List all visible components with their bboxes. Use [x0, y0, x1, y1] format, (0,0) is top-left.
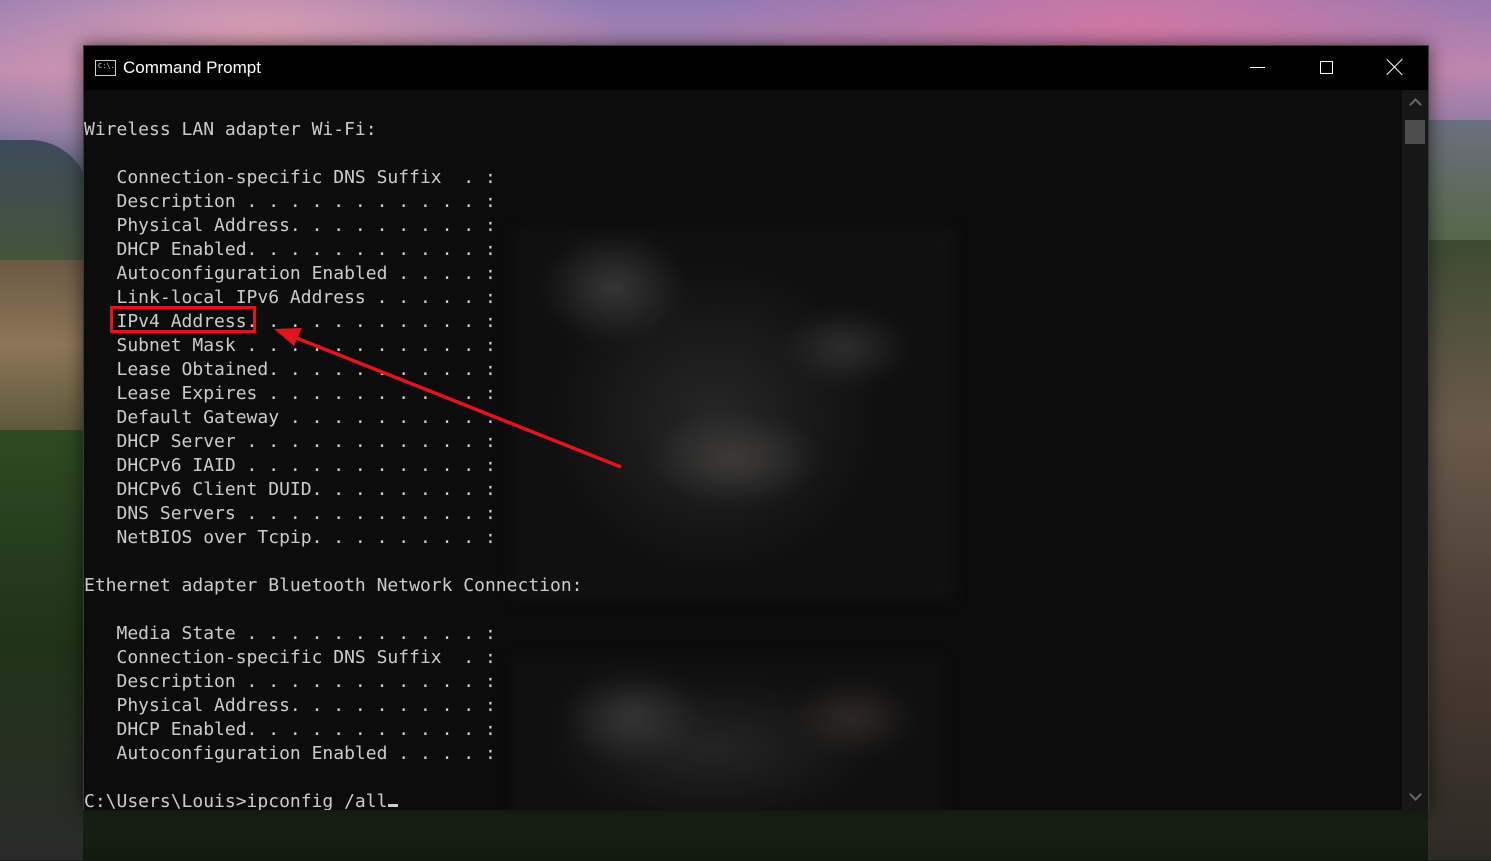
console-line: Ethernet adapter Bluetooth Network Conne…: [84, 575, 583, 596]
console-line: C:\Users\Louis>ipconfig /all: [84, 790, 399, 810]
console-line: DHCPv6 IAID . . . . . . . . . . . :: [84, 455, 496, 476]
maximize-button[interactable]: [1292, 46, 1362, 90]
close-button[interactable]: [1360, 46, 1430, 90]
console-line: Description . . . . . . . . . . . :: [84, 671, 496, 692]
desktop-foreground: [83, 808, 1428, 861]
minimize-button[interactable]: [1222, 46, 1292, 90]
scroll-up-button[interactable]: [1402, 90, 1428, 116]
desktop-castle-wall: [1428, 240, 1491, 860]
desktop-hill: [0, 140, 90, 260]
console-icon-text: C:\.: [98, 62, 115, 70]
scroll-down-button[interactable]: [1402, 784, 1428, 810]
console-output[interactable]: Wireless LAN adapter Wi-Fi: Connection-s…: [84, 90, 1402, 810]
console-line: Connection-specific DNS Suffix . :: [84, 167, 496, 188]
console-icon[interactable]: C:\.: [95, 60, 116, 76]
console-line: Default Gateway . . . . . . . . . :: [84, 407, 496, 428]
desktop-trees: [0, 430, 90, 860]
console-line: Lease Expires . . . . . . . . . . :: [84, 383, 496, 404]
maximize-icon: [1320, 61, 1333, 74]
redacted-values-bluetooth: [512, 658, 942, 810]
console-line: Subnet Mask . . . . . . . . . . . :: [84, 335, 496, 356]
scroll-thumb[interactable]: [1405, 120, 1425, 144]
desktop-castle-tower: [1428, 120, 1491, 240]
console-line: Media State . . . . . . . . . . . :: [84, 623, 496, 644]
ipv4-highlight-box: [110, 306, 256, 333]
console-line: Wireless LAN adapter Wi-Fi:: [84, 119, 377, 140]
console-line: Autoconfiguration Enabled . . . . :: [84, 263, 496, 284]
console-line: DHCPv6 Client DUID. . . . . . . . :: [84, 479, 496, 500]
text-cursor: [388, 804, 399, 807]
chevron-up-icon: [1409, 98, 1422, 111]
vertical-scrollbar[interactable]: [1402, 90, 1428, 810]
chevron-down-icon: [1409, 788, 1422, 801]
console-line: Lease Obtained. . . . . . . . . . :: [84, 359, 496, 380]
minimize-icon: [1250, 67, 1265, 68]
console-line: DHCP Server . . . . . . . . . . . :: [84, 431, 496, 452]
title-bar[interactable]: C:\. Command Prompt: [84, 46, 1428, 90]
console-line: Description . . . . . . . . . . . :: [84, 191, 496, 212]
command-prompt-window[interactable]: C:\. Command Prompt Wireless LAN adapter…: [83, 45, 1429, 810]
redacted-values-wifi: [514, 228, 954, 600]
console-line: Physical Address. . . . . . . . . :: [84, 695, 496, 716]
console-line: NetBIOS over Tcpip. . . . . . . . :: [84, 527, 496, 548]
console-line: DHCP Enabled. . . . . . . . . . . :: [84, 239, 496, 260]
console-line: DHCP Enabled. . . . . . . . . . . :: [84, 719, 496, 740]
close-icon: [1386, 58, 1404, 76]
desktop-field: [0, 260, 90, 430]
console-line: Physical Address. . . . . . . . . :: [84, 215, 496, 236]
window-title: Command Prompt: [123, 58, 261, 77]
console-line: Connection-specific DNS Suffix . :: [84, 647, 496, 668]
console-line: DNS Servers . . . . . . . . . . . :: [84, 503, 496, 524]
console-line: Autoconfiguration Enabled . . . . :: [84, 743, 496, 764]
